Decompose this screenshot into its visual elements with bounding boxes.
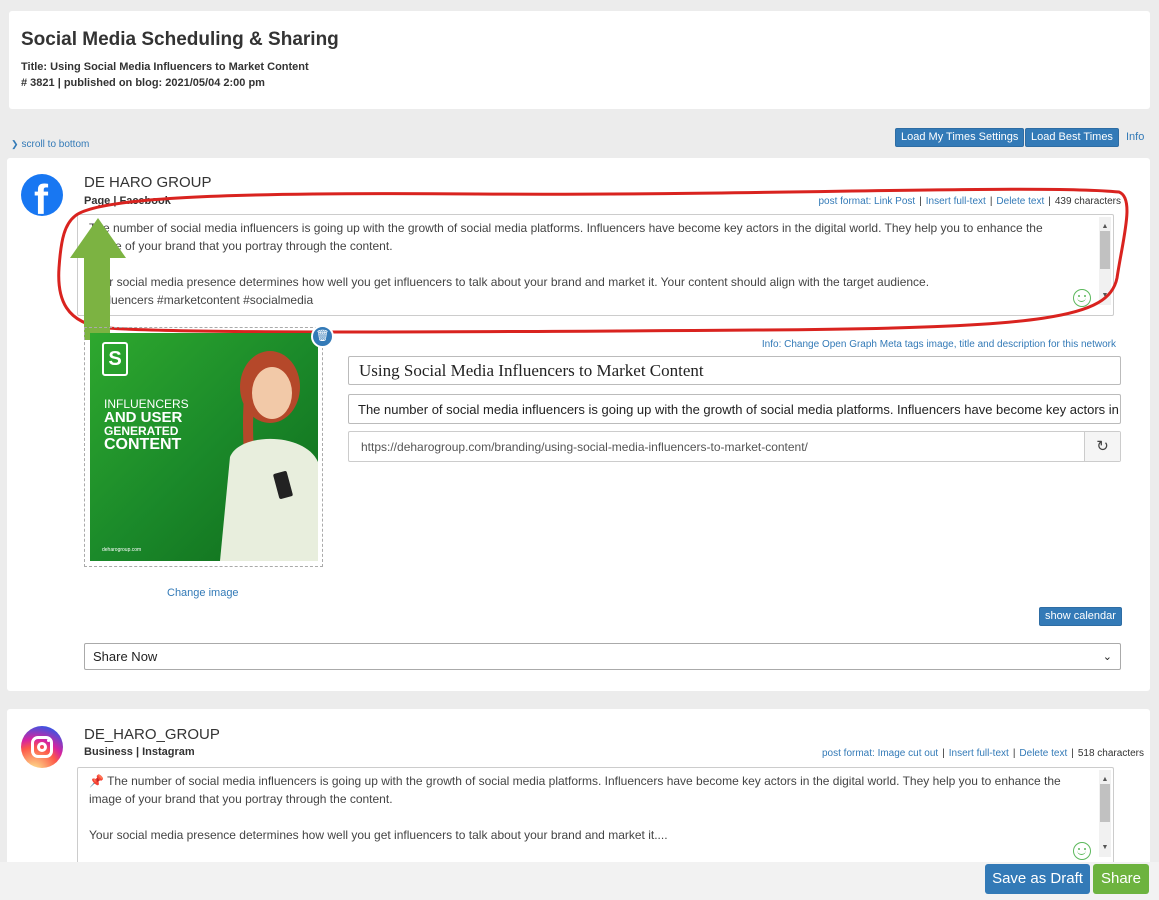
share-button[interactable]: Share <box>1093 864 1149 894</box>
og-image-text-4: CONTENT <box>104 436 182 453</box>
post-meta: # 3821 | published on blog: 2021/05/04 2… <box>21 77 265 89</box>
facebook-textarea-scrollbar[interactable]: ▲ ▼ <box>1099 217 1111 305</box>
emoji-smiley-icon[interactable] <box>1073 289 1091 307</box>
chevron-down-icon: ❯ <box>11 139 19 149</box>
og-description-input[interactable]: The number of social media influencers i… <box>348 394 1121 424</box>
facebook-account-type: Page | Facebook <box>84 195 171 207</box>
chevron-down-icon: ⌄ <box>1102 651 1112 663</box>
facebook-post-textarea[interactable]: The number of social media influencers i… <box>77 214 1114 316</box>
facebook-text-para-1: The number of social media influencers i… <box>89 221 1043 253</box>
green-up-arrow-icon <box>70 218 126 340</box>
facebook-insert-full-text-link[interactable]: Insert full-text <box>926 196 986 207</box>
og-title-input[interactable]: Using Social Media Influencers to Market… <box>348 356 1121 385</box>
instagram-text-line-1: The number of social media influencers i… <box>89 774 1061 806</box>
scroll-to-bottom-link[interactable]: ❯ scroll to bottom <box>11 139 89 150</box>
instagram-account-type: Business | Instagram <box>84 746 195 758</box>
header-card: Social Media Scheduling & Sharing Title:… <box>9 11 1150 109</box>
og-info-link[interactable]: Info: Change Open Graph Meta tags image,… <box>762 339 1116 350</box>
delete-image-button[interactable]: 🗑 <box>311 325 334 348</box>
instagram-icon <box>21 726 63 768</box>
facebook-post-links: post format: Link Post | Insert full-text |… <box>818 196 1121 207</box>
facebook-char-count: 439 characters <box>1054 196 1121 207</box>
og-url-input[interactable]: https://deharogroup.com/branding/using-s… <box>348 431 1121 462</box>
instagram-textarea-scrollbar[interactable]: ▲ ▼ <box>1099 770 1111 857</box>
og-image-frame: S INFLUENCERS AND USER GENERATED CONTENT… <box>84 327 323 567</box>
trash-icon: 🗑 <box>315 330 330 342</box>
brand-logo-icon: S <box>102 342 128 376</box>
instagram-insert-full-text-link[interactable]: Insert full-text <box>949 748 1009 759</box>
share-timing-value: Share Now <box>93 649 158 664</box>
refresh-icon: ↻ <box>1096 438 1109 455</box>
pushpin-icon: 📌 <box>89 774 104 788</box>
scroll-label: scroll to bottom <box>21 139 90 150</box>
refresh-url-button[interactable]: ↻ <box>1084 432 1120 461</box>
page-title: Social Media Scheduling & Sharing <box>21 29 339 50</box>
og-image-footer: deharogroup.com <box>102 547 142 553</box>
instagram-text-para-2: Your social media presence determines ho… <box>89 828 668 842</box>
instagram-text-para-1: 📌 The number of social media influencers… <box>89 772 1073 808</box>
instagram-post-links: post format: Image cut out | Insert full-t… <box>822 748 1144 759</box>
facebook-text-para-3: #influencers #marketcontent #socialmedia <box>89 293 314 307</box>
info-link[interactable]: Info <box>1126 131 1144 143</box>
person-illustration <box>220 351 318 561</box>
load-best-times-button[interactable]: Load Best Times <box>1025 128 1119 147</box>
instagram-post-textarea[interactable]: 📌 The number of social media influencers… <box>77 767 1114 867</box>
facebook-icon: f <box>21 174 63 216</box>
instagram-delete-text-link[interactable]: Delete text <box>1019 748 1067 759</box>
facebook-post-format-link[interactable]: post format: Link Post <box>818 196 915 207</box>
facebook-text-para-2: Your social media presence determines ho… <box>89 275 930 289</box>
instagram-account-name: DE_HARO_GROUP <box>84 726 220 743</box>
instagram-char-count: 518 characters <box>1077 748 1144 759</box>
emoji-smiley-icon[interactable] <box>1073 842 1091 860</box>
change-image-link[interactable]: Change image <box>167 587 239 599</box>
load-my-times-button[interactable]: Load My Times Settings <box>895 128 1025 147</box>
save-as-draft-button[interactable]: Save as Draft <box>985 864 1090 894</box>
post-title: Title: Using Social Media Influencers to… <box>21 61 309 73</box>
share-timing-select[interactable]: Share Now ⌄ <box>84 643 1121 670</box>
og-image[interactable]: S INFLUENCERS AND USER GENERATED CONTENT… <box>90 333 318 561</box>
instagram-post-format-link[interactable]: post format: Image cut out <box>822 748 938 759</box>
show-calendar-button[interactable]: show calendar <box>1039 607 1122 626</box>
facebook-delete-text-link[interactable]: Delete text <box>996 196 1044 207</box>
facebook-account-name: DE HARO GROUP <box>84 174 212 191</box>
